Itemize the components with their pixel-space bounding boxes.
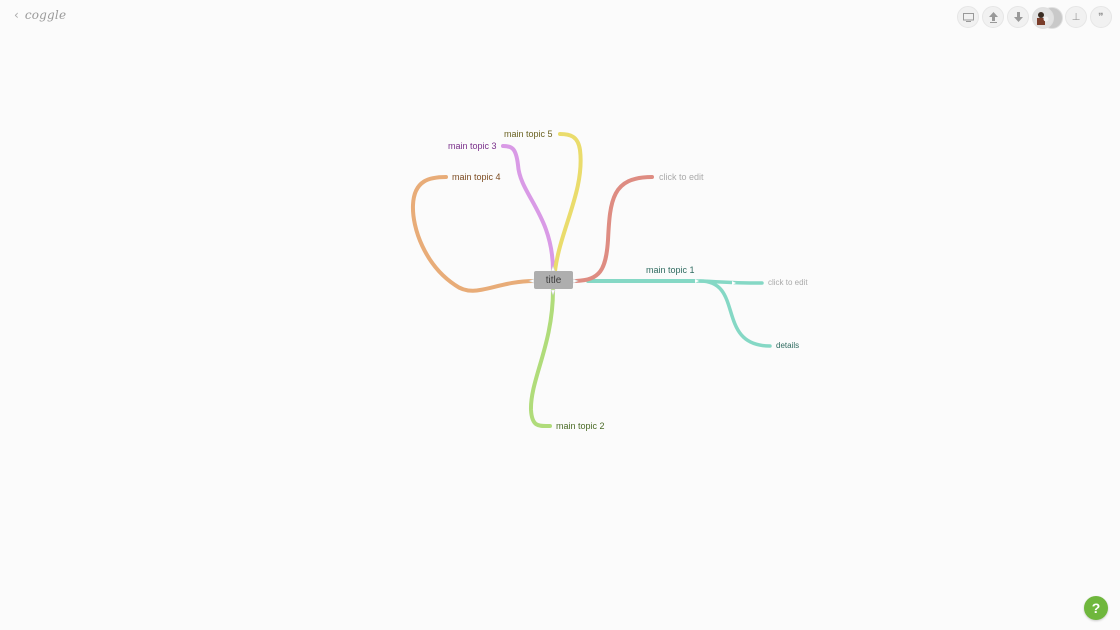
branch-main-topic-5[interactable]: [553, 132, 583, 273]
node-click-to-edit-teal[interactable]: click to edit: [768, 278, 808, 287]
branch-click-to-edit-red[interactable]: [574, 175, 654, 283]
collaborators[interactable]: [1032, 7, 1063, 29]
mind-map[interactable]: main topic 1 click to edit details main …: [0, 0, 1120, 630]
avatar[interactable]: [1032, 7, 1054, 29]
node-click-to-edit-red[interactable]: click to edit: [659, 172, 704, 182]
help-button[interactable]: ?: [1084, 596, 1108, 620]
node-main-topic-2[interactable]: main topic 2: [556, 421, 605, 431]
branch-main-topic-3[interactable]: [501, 144, 555, 273]
node-details[interactable]: details: [776, 341, 799, 350]
node-main-topic-5[interactable]: main topic 5: [504, 129, 553, 139]
canvas[interactable]: ‹ coggle ⊥ ❞ main topic 1 click to edit …: [0, 0, 1120, 630]
node-main-topic-4[interactable]: main topic 4: [452, 172, 501, 182]
branch-main-topic-4[interactable]: [410, 175, 536, 293]
question-icon: ?: [1091, 600, 1101, 616]
node-main-topic-3[interactable]: main topic 3: [448, 141, 497, 151]
branch-main-topic-1-details[interactable]: [698, 279, 772, 348]
root-node-label: title: [545, 274, 562, 286]
branch-main-topic-2[interactable]: [528, 288, 555, 429]
root-node[interactable]: title: [534, 271, 573, 289]
node-main-topic-1[interactable]: main topic 1: [646, 265, 695, 275]
